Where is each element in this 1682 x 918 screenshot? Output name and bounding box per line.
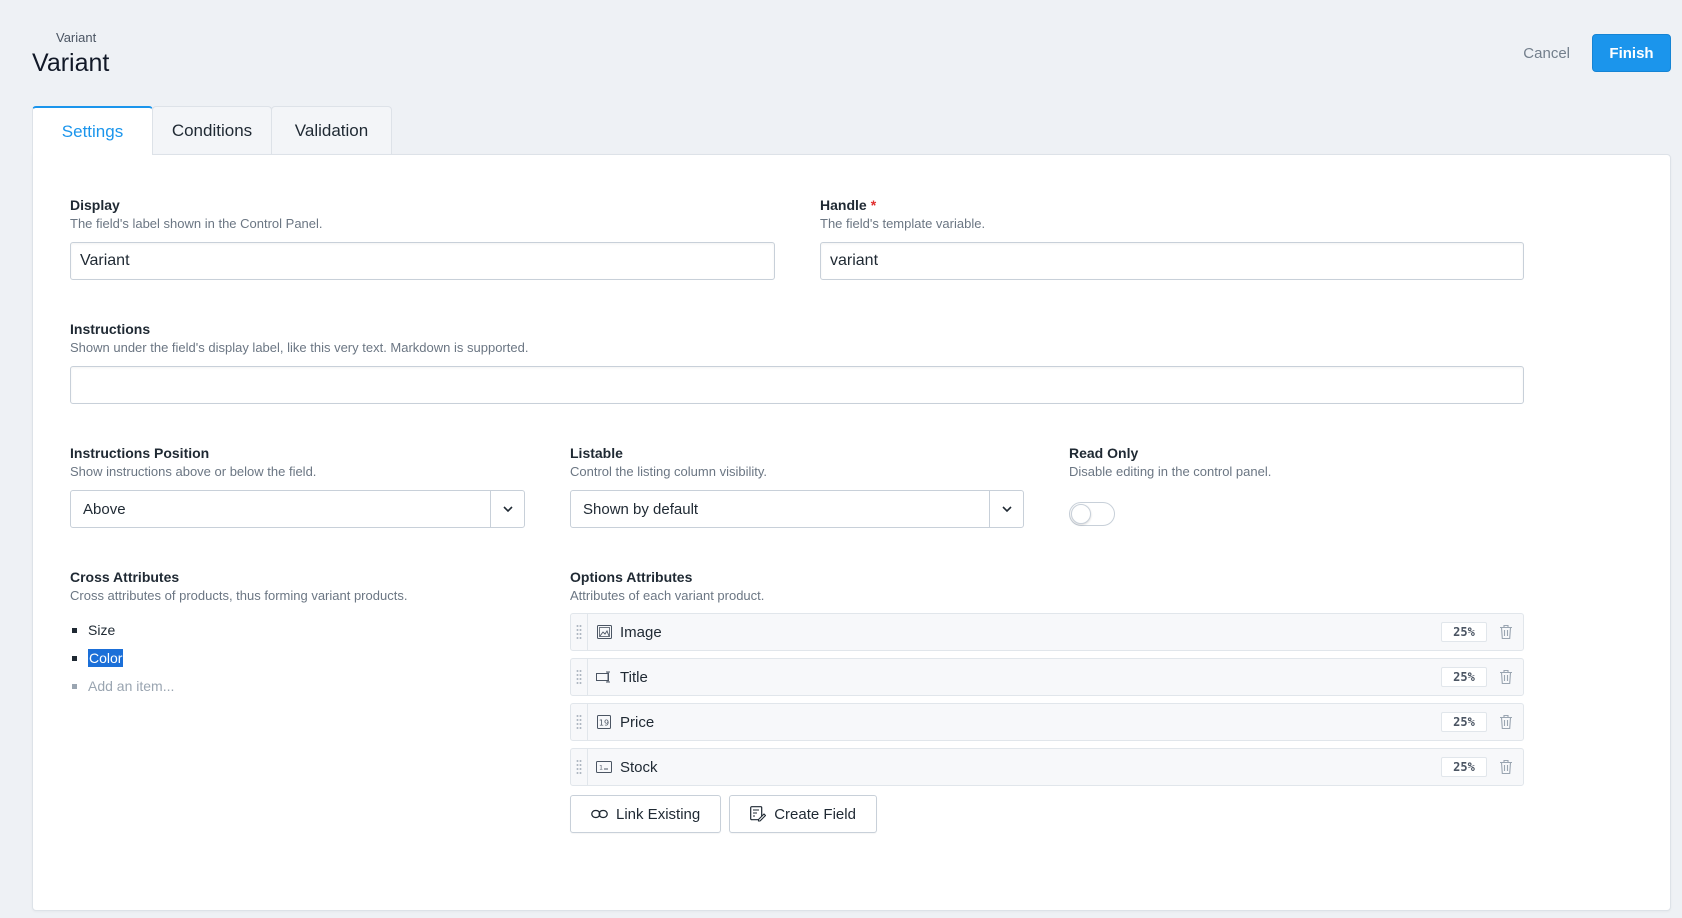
display-help: The field's label shown in the Control P… — [70, 216, 323, 231]
instructions-position-select[interactable]: Above — [70, 490, 525, 528]
list-item-label[interactable]: Size — [88, 622, 115, 638]
handle-label: Handle * — [820, 196, 1524, 214]
handle-label-text: Handle — [820, 197, 867, 213]
list-item[interactable]: Color — [70, 644, 525, 672]
page-title: Variant — [32, 49, 110, 77]
drag-handle-icon[interactable] — [571, 704, 588, 740]
read-only-help: Disable editing in the control panel. — [1069, 464, 1272, 479]
options-attributes-help: Attributes of each variant product. — [570, 588, 765, 603]
cross-attributes-help: Cross attributes of products, thus formi… — [70, 588, 408, 603]
tab-conditions[interactable]: Conditions — [152, 106, 272, 154]
listable-label: Listable — [570, 445, 623, 461]
option-label: Price — [620, 713, 655, 731]
handle-field: Handle * The field's template variable. v… — [820, 196, 1524, 280]
listable-help: Control the listing column visibility. — [570, 464, 767, 479]
create-field-icon — [750, 806, 767, 822]
text-field-icon — [596, 669, 612, 685]
tab-bar: Settings Conditions Validation — [32, 106, 392, 155]
link-existing-button[interactable]: Link Existing — [570, 795, 722, 833]
list-item-label[interactable]: Color — [88, 649, 124, 667]
display-label: Display — [70, 197, 120, 213]
handle-help: The field's template variable. — [820, 216, 986, 231]
image-icon — [596, 624, 612, 640]
option-row-image[interactable]: Image 25% — [570, 613, 1524, 651]
toggle-knob — [1071, 504, 1091, 524]
cross-attributes-field: Cross Attributes Cross attributes of pro… — [70, 568, 525, 700]
chevron-down-icon[interactable] — [490, 491, 524, 527]
width-badge[interactable]: 25% — [1441, 667, 1487, 687]
option-row-price[interactable]: 19 Price 25% — [570, 703, 1524, 741]
page-header: Variant Variant — [32, 30, 109, 78]
read-only-toggle[interactable] — [1069, 502, 1115, 526]
chevron-down-icon[interactable] — [989, 491, 1023, 527]
link-existing-label: Link Existing — [616, 805, 701, 823]
tab-settings[interactable]: Settings — [32, 106, 153, 155]
option-label: Stock — [620, 758, 658, 776]
drag-handle-icon[interactable] — [571, 749, 588, 785]
tab-validation[interactable]: Validation — [271, 106, 392, 154]
trash-icon[interactable] — [1497, 623, 1515, 641]
display-input[interactable]: Variant — [70, 242, 775, 280]
width-badge[interactable]: 25% — [1441, 757, 1487, 777]
create-field-button[interactable]: Create Field — [729, 795, 877, 833]
instructions-position-help: Show instructions above or below the fie… — [70, 464, 317, 479]
create-field-label: Create Field — [774, 805, 856, 823]
svg-text:1: 1 — [599, 765, 603, 772]
settings-panel: Display The field's label shown in the C… — [32, 154, 1671, 911]
bullet-icon — [72, 627, 77, 633]
listable-field: Listable Control the listing column visi… — [570, 444, 1024, 528]
trash-icon[interactable] — [1497, 713, 1515, 731]
handle-input[interactable]: variant — [820, 242, 1524, 280]
options-attributes-field: Options Attributes Attributes of each va… — [570, 568, 1524, 833]
option-label: Title — [620, 668, 648, 686]
options-attributes-label: Options Attributes — [570, 569, 693, 585]
options-attributes-list: Image 25% Title 25% 19 Price 25% 1 Stock… — [570, 613, 1524, 833]
listable-value: Shown by default — [583, 500, 699, 518]
option-row-title[interactable]: Title 25% — [570, 658, 1524, 696]
required-marker: * — [870, 197, 877, 213]
bullet-icon — [72, 683, 77, 689]
finish-button[interactable]: Finish — [1592, 34, 1671, 72]
number-icon: 19 — [596, 714, 612, 730]
add-item-input[interactable]: Add an item... — [88, 678, 174, 694]
trash-icon[interactable] — [1497, 668, 1515, 686]
listable-select[interactable]: Shown by default — [570, 490, 1024, 528]
breadcrumb[interactable]: Variant — [56, 30, 109, 46]
option-row-stock[interactable]: 1 Stock 25% — [570, 748, 1524, 786]
instructions-input[interactable] — [70, 366, 1524, 404]
instructions-position-value: Above — [83, 500, 126, 518]
read-only-field: Read Only Disable editing in the control… — [1069, 444, 1524, 526]
trash-icon[interactable] — [1497, 758, 1515, 776]
instructions-position-field: Instructions Position Show instructions … — [70, 444, 525, 528]
link-icon — [591, 809, 608, 819]
header-actions: Cancel Finish — [1523, 34, 1671, 72]
instructions-position-label: Instructions Position — [70, 445, 210, 461]
bullet-icon — [72, 655, 77, 661]
instructions-field: Instructions Shown under the field's dis… — [70, 320, 1524, 404]
cross-attributes-label: Cross Attributes — [70, 569, 180, 585]
instructions-label: Instructions — [70, 321, 151, 337]
instructions-help: Shown under the field's display label, l… — [70, 340, 529, 355]
option-label: Image — [620, 623, 662, 641]
cross-attributes-list: Size Color Add an item... — [70, 616, 525, 700]
integer-icon: 1 — [596, 759, 612, 775]
display-field: Display The field's label shown in the C… — [70, 196, 775, 280]
width-badge[interactable]: 25% — [1441, 622, 1487, 642]
options-actions: Link Existing Create Field — [570, 795, 1524, 833]
drag-handle-icon[interactable] — [571, 614, 588, 650]
width-badge[interactable]: 25% — [1441, 712, 1487, 732]
list-item[interactable]: Size — [70, 616, 525, 644]
read-only-label: Read Only — [1069, 445, 1139, 461]
drag-handle-icon[interactable] — [571, 659, 588, 695]
cancel-button[interactable]: Cancel — [1523, 45, 1570, 62]
add-item-row[interactable]: Add an item... — [70, 672, 525, 700]
svg-text:19: 19 — [599, 719, 609, 728]
